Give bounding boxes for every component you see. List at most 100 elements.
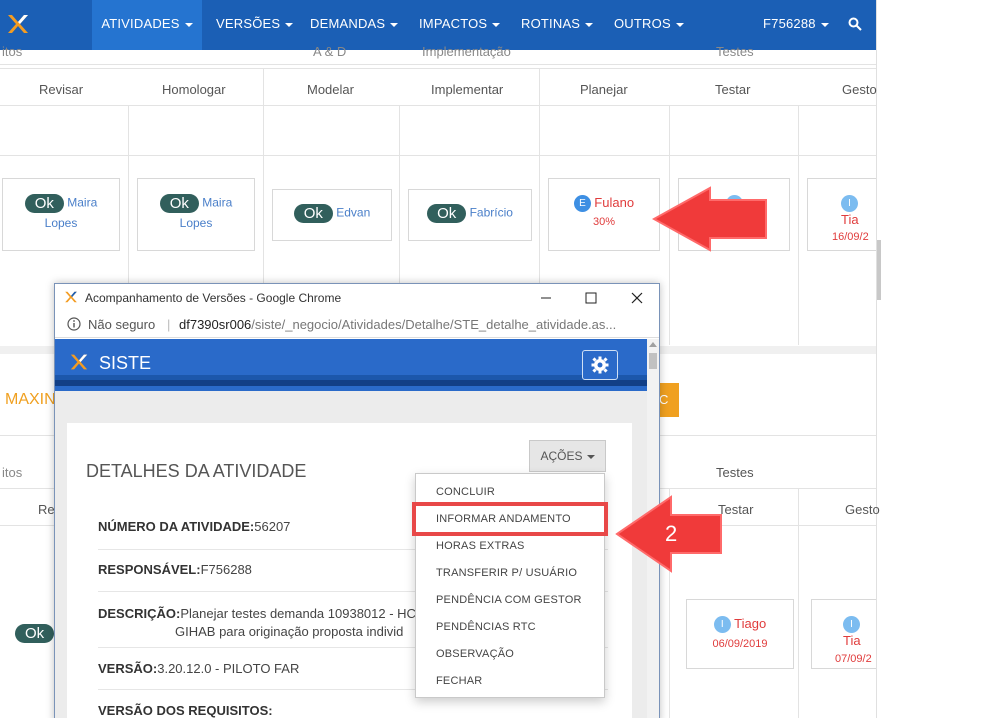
minimize-icon[interactable] bbox=[536, 288, 556, 308]
group-label: itos bbox=[2, 465, 23, 480]
activity-card[interactable]: I Tia 16/09/2 bbox=[807, 178, 876, 251]
nav-rotinas[interactable]: ROTINAS bbox=[521, 0, 594, 50]
info-icon[interactable] bbox=[67, 317, 81, 331]
assignee-name[interactable]: Tia bbox=[843, 633, 861, 648]
chevron-down-icon bbox=[585, 22, 594, 27]
logo-icon bbox=[65, 291, 77, 303]
chevron-down-icon bbox=[586, 454, 595, 459]
app-name: SISTE bbox=[99, 353, 152, 373]
progress-text: 30% bbox=[592, 216, 616, 229]
address-bar[interactable]: Não seguro | df7390sr006/siste/_negocio/… bbox=[55, 312, 659, 338]
section-title: MAXIN bbox=[5, 391, 56, 408]
highlight-box bbox=[412, 502, 608, 536]
group-label: itos bbox=[2, 44, 23, 59]
column-header: Modelar bbox=[307, 82, 354, 97]
scroll-up-icon[interactable] bbox=[649, 342, 657, 347]
column-header: Re bbox=[38, 502, 55, 517]
nav-atividades[interactable]: ATIVIDADES bbox=[92, 0, 202, 50]
page-scrollbar[interactable] bbox=[877, 240, 881, 300]
gear-icon bbox=[591, 356, 609, 374]
activity-card[interactable]: Ok Maira Lopes bbox=[137, 178, 255, 251]
user-menu[interactable]: F756288 bbox=[763, 0, 829, 50]
screen: ATIVIDADES VERSÕES DEMANDAS IMPACTOS ROT… bbox=[0, 0, 989, 718]
assignee-name[interactable]: Lopes bbox=[45, 216, 78, 230]
divider bbox=[0, 155, 876, 156]
separator: | bbox=[167, 317, 171, 332]
assignee-name[interactable]: Tiago bbox=[734, 616, 766, 631]
assignee-name[interactable]: Lopes bbox=[180, 216, 213, 230]
assignee-initial-badge: E bbox=[573, 195, 591, 213]
nav-impactos[interactable]: IMPACTOS bbox=[419, 0, 501, 50]
activity-card[interactable]: I Tiago 06/09/2019 bbox=[686, 599, 794, 669]
blank-margin bbox=[876, 0, 989, 718]
group-label: Testes bbox=[716, 465, 754, 480]
top-navbar: ATIVIDADES VERSÕES DEMANDAS IMPACTOS ROT… bbox=[0, 0, 876, 50]
assignee-name[interactable]: Edvan bbox=[336, 206, 370, 220]
ok-badge: Ok bbox=[427, 204, 467, 223]
menu-item-pendencia-gestor[interactable]: PENDÊNCIA COM GESTOR bbox=[436, 594, 582, 606]
divider bbox=[0, 64, 876, 65]
divider bbox=[0, 68, 876, 69]
assignee-name[interactable]: Fulano bbox=[594, 195, 634, 210]
maximize-icon[interactable] bbox=[581, 288, 601, 308]
annotation-arrow-icon bbox=[652, 186, 767, 252]
column-header: Implementar bbox=[431, 82, 504, 97]
chevron-down-icon bbox=[390, 22, 399, 27]
ok-badge: Ok bbox=[24, 194, 64, 213]
date-text: 16/09/2 bbox=[832, 231, 869, 243]
menu-item-observacao[interactable]: OBSERVAÇÃO bbox=[436, 648, 514, 660]
assignee-name[interactable]: Maira bbox=[67, 196, 97, 210]
ok-badge: Ok bbox=[293, 204, 333, 223]
annotation-number: 2 bbox=[665, 521, 678, 546]
logo-icon bbox=[70, 354, 88, 370]
activity-card[interactable]: Ok Edvan bbox=[272, 189, 392, 241]
chevron-down-icon bbox=[820, 22, 829, 27]
header-stripe bbox=[55, 380, 647, 386]
window-title: Acompanhamento de Versões - Google Chrom… bbox=[85, 291, 342, 305]
menu-item-concluir[interactable]: CONCLUIR bbox=[436, 486, 495, 498]
divider bbox=[798, 105, 799, 345]
search-icon[interactable] bbox=[848, 17, 862, 31]
chevron-down-icon bbox=[675, 22, 684, 27]
activity-card[interactable]: Ok Fabrício bbox=[408, 189, 532, 241]
assignee-initial-badge: I bbox=[841, 195, 858, 212]
divider bbox=[798, 488, 799, 718]
url-text: df7390sr006/siste/_negocio/Atividades/De… bbox=[179, 317, 617, 332]
ok-badge: Ok bbox=[159, 194, 199, 213]
group-label: A & D bbox=[313, 44, 347, 59]
activity-card[interactable]: Ok Maira Lopes bbox=[2, 178, 120, 251]
group-label: Implementação bbox=[422, 44, 511, 59]
logo-icon bbox=[8, 15, 28, 33]
column-header: Revisar bbox=[39, 82, 84, 97]
activity-card[interactable]: E Fulano 30% bbox=[548, 178, 660, 251]
menu-item-fechar[interactable]: FECHAR bbox=[436, 675, 482, 687]
panel-title: DETALHES DA ATIVIDADE bbox=[86, 461, 307, 481]
column-header: Homologar bbox=[162, 82, 226, 97]
divider bbox=[0, 105, 876, 106]
assignee-name[interactable]: Maira bbox=[202, 196, 232, 210]
window-titlebar: Acompanhamento de Versões - Google Chrom… bbox=[55, 284, 659, 312]
menu-item-pendencias-rtc[interactable]: PENDÊNCIAS RTC bbox=[436, 621, 536, 633]
date-text: 06/09/2019 bbox=[712, 638, 768, 651]
menu-item-transferir[interactable]: TRANSFERIR P/ USUÁRIO bbox=[436, 567, 577, 579]
menu-item-horas-extras[interactable]: HORAS EXTRAS bbox=[436, 540, 525, 552]
assignee-initial-badge: I bbox=[843, 616, 860, 633]
ok-badge: Ok bbox=[15, 624, 55, 643]
security-status: Não seguro bbox=[88, 317, 156, 332]
acoes-dropdown-button[interactable]: AÇÕES bbox=[529, 440, 606, 472]
settings-button[interactable] bbox=[582, 350, 618, 380]
close-icon[interactable] bbox=[627, 288, 647, 308]
nav-outros[interactable]: OUTROS bbox=[614, 0, 684, 50]
orange-button[interactable]: C bbox=[657, 383, 679, 417]
assignee-initial-badge: I bbox=[713, 616, 731, 634]
scroll-thumb[interactable] bbox=[649, 353, 657, 369]
assignee-name[interactable]: Tia bbox=[841, 212, 859, 227]
column-header: Gesto bbox=[842, 82, 877, 97]
column-header: Testar bbox=[715, 82, 751, 97]
nav-demandas[interactable]: DEMANDAS bbox=[310, 0, 399, 50]
activity-card[interactable]: I Tia 07/09/2 bbox=[811, 599, 876, 669]
nav-versoes[interactable]: VERSÕES bbox=[216, 0, 294, 50]
column-header: Planejar bbox=[580, 82, 628, 97]
app-header: SISTE bbox=[55, 339, 647, 391]
assignee-name[interactable]: Fabrício bbox=[470, 206, 513, 220]
